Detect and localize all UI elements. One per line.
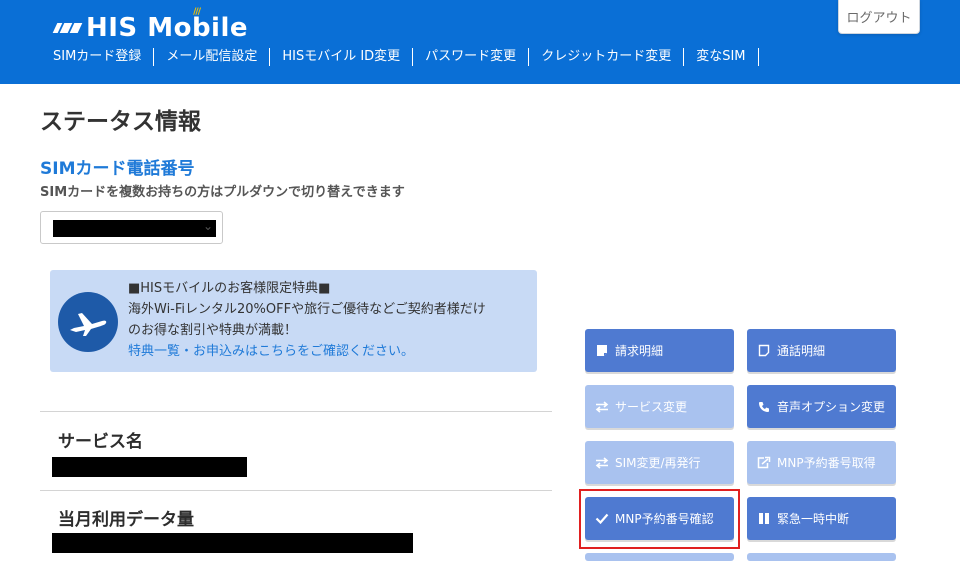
nav-password-change[interactable]: パスワード変更 bbox=[413, 48, 530, 66]
redacted-data-usage bbox=[52, 533, 413, 553]
redacted-service-name bbox=[52, 457, 247, 477]
top-nav: SIMカード登録 メール配信設定 HISモバイル ID変更 パスワード変更 クレ… bbox=[46, 47, 759, 67]
nav-mail-settings[interactable]: メール配信設定 bbox=[154, 48, 271, 66]
promo-line: 海外Wi-Fiレンタル20%OFFや旅行ご優待などご契約者様だけ bbox=[128, 302, 486, 317]
promo-text: ■HISモバイルのお客様限定特典■ 海外Wi-Fiレンタル20%OFFや旅行ご優… bbox=[128, 278, 486, 362]
pause-icon bbox=[757, 512, 771, 526]
button-label: 請求明細 bbox=[615, 344, 664, 358]
button-label: SIM変更/再発行 bbox=[615, 456, 701, 470]
external-share-icon bbox=[757, 456, 771, 470]
nav-id-change[interactable]: HISモバイル ID変更 bbox=[270, 48, 414, 66]
highlight-box bbox=[579, 489, 740, 549]
promo-link[interactable]: 特典一覧・お申込みはこちらをご確認ください。 bbox=[128, 341, 486, 362]
divider bbox=[40, 490, 552, 491]
chevron-down-icon: ⌄ bbox=[202, 219, 213, 233]
mnp-number-get-button[interactable]: MNP予約番号取得 bbox=[747, 441, 896, 484]
nav-credit-card-change[interactable]: クレジットカード変更 bbox=[529, 48, 685, 66]
logo-text: HIS Mobile /// bbox=[86, 7, 249, 43]
logo-accent-icon: /// bbox=[193, 7, 201, 17]
button-label: 音声オプション変更 bbox=[777, 400, 886, 414]
his-mobile-logo[interactable]: HIS Mobile /// bbox=[52, 7, 249, 44]
document-icon bbox=[595, 344, 609, 358]
button-label: 緊急一時中断 bbox=[777, 512, 850, 526]
call-detail-button[interactable]: 通話明細 bbox=[747, 329, 896, 372]
header: HIS Mobile /// SIMカード登録 メール配信設定 HISモバイル … bbox=[0, 0, 960, 84]
partial-button[interactable] bbox=[585, 553, 734, 561]
exchange-icon bbox=[595, 400, 609, 414]
data-usage-label: 当月利用データ量 bbox=[58, 510, 194, 530]
button-label: 通話明細 bbox=[777, 344, 826, 358]
phone-icon bbox=[757, 400, 771, 414]
promo-heading: ■HISモバイルのお客様限定特典■ bbox=[128, 281, 331, 296]
sim-number-select[interactable]: ⌄ bbox=[40, 211, 223, 244]
logout-button[interactable]: ログアウト bbox=[838, 0, 920, 34]
promo-banner: ■HISモバイルのお客様限定特典■ 海外Wi-Fiレンタル20%OFFや旅行ご優… bbox=[50, 270, 537, 372]
page-title: ステータス情報 bbox=[40, 109, 201, 135]
redacted-phone-number bbox=[53, 220, 216, 237]
divider bbox=[40, 411, 552, 412]
exchange-icon bbox=[595, 456, 609, 470]
partial-button[interactable] bbox=[747, 553, 896, 561]
sim-phone-title: SIMカード電話番号 bbox=[40, 159, 195, 179]
service-change-button[interactable]: サービス変更 bbox=[585, 385, 734, 428]
nav-hen-sim[interactable]: 変なSIM bbox=[684, 48, 759, 66]
emergency-suspend-button[interactable]: 緊急一時中断 bbox=[747, 497, 896, 540]
note-icon bbox=[757, 344, 771, 358]
promo-line: のお得な割引や特典が満載！ bbox=[128, 323, 298, 338]
voice-option-change-button[interactable]: 音声オプション変更 bbox=[747, 385, 896, 428]
button-label: MNP予約番号取得 bbox=[777, 456, 876, 470]
button-label: サービス変更 bbox=[615, 400, 688, 414]
billing-detail-button[interactable]: 請求明細 bbox=[585, 329, 734, 372]
sim-phone-subtitle: SIMカードを複数お持ちの方はプルダウンで切り替えできます bbox=[40, 185, 405, 200]
airplane-icon bbox=[58, 292, 118, 352]
sim-change-reissue-button[interactable]: SIM変更/再発行 bbox=[585, 441, 734, 484]
service-name-label: サービス名 bbox=[58, 432, 143, 452]
logo-mark-icon bbox=[52, 23, 83, 33]
nav-sim-register[interactable]: SIMカード登録 bbox=[46, 48, 155, 66]
